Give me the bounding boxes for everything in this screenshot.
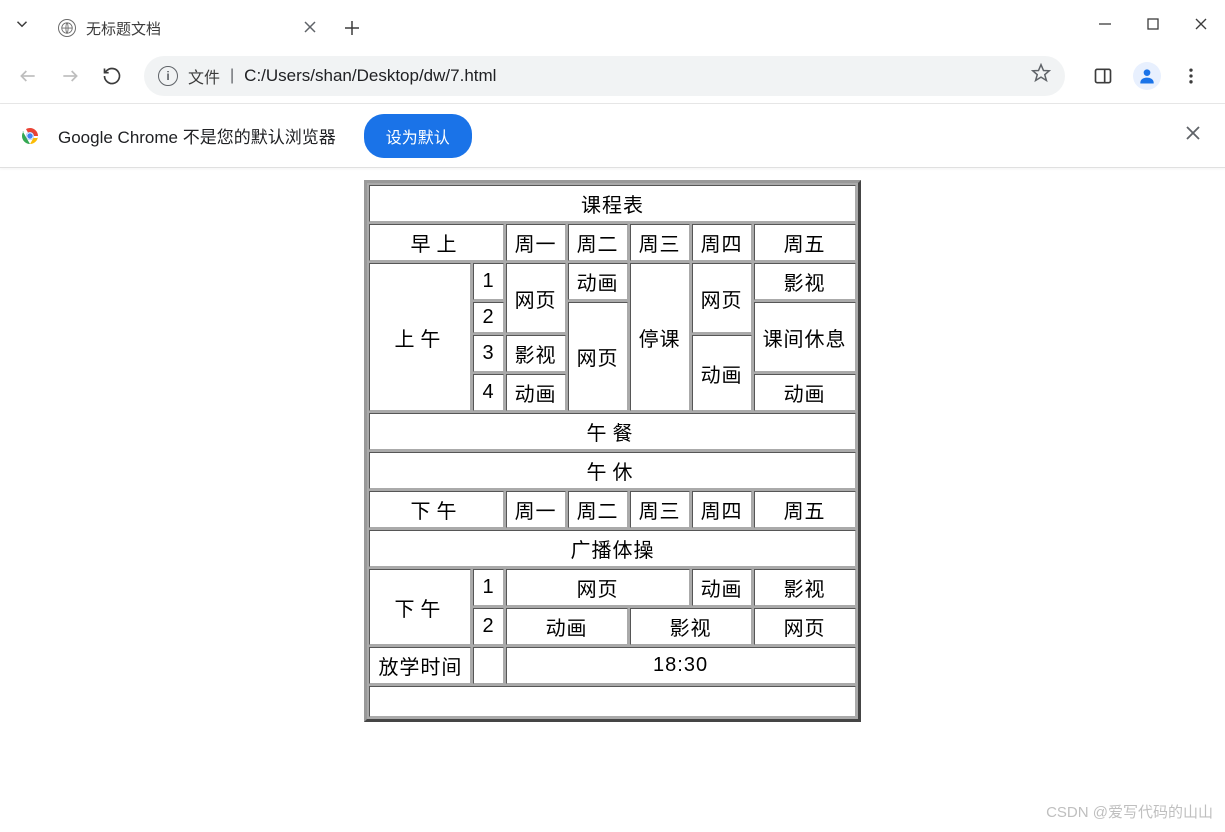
- cell: 网页: [506, 263, 566, 333]
- bookmark-star-icon[interactable]: [1031, 63, 1051, 88]
- period-1: 1: [473, 263, 503, 300]
- side-panel-icon[interactable]: [1085, 58, 1121, 94]
- table-title: 课程表: [369, 185, 855, 222]
- day-mon: 周一: [506, 224, 566, 261]
- watermark: CSDN @爱写代码的山山: [1046, 801, 1213, 822]
- am-label: 上午: [369, 263, 471, 411]
- close-window-button[interactable]: [1177, 0, 1225, 48]
- reload-button[interactable]: [94, 58, 130, 94]
- new-tab-button[interactable]: [334, 8, 370, 48]
- cell: 动画: [506, 374, 566, 411]
- cell: 动画: [692, 335, 752, 411]
- forward-button[interactable]: [52, 58, 88, 94]
- cell: 停课: [630, 263, 690, 411]
- period-3: 3: [473, 335, 503, 372]
- menu-button[interactable]: [1173, 58, 1209, 94]
- cell: 动画: [506, 608, 628, 645]
- tab-title: 无标题文档: [86, 18, 290, 39]
- address-bar[interactable]: i 文件 | C:/Users/shan/Desktop/dw/7.html: [144, 56, 1065, 96]
- day-fri-pm: 周五: [754, 491, 856, 528]
- day-wed-pm: 周三: [630, 491, 690, 528]
- minimize-button[interactable]: [1081, 0, 1129, 48]
- cell: 影视: [630, 608, 752, 645]
- tab-search-button[interactable]: [0, 0, 44, 48]
- cell: 网页: [506, 569, 690, 606]
- break-row: 午休: [369, 452, 855, 489]
- period-2: 2: [473, 302, 503, 333]
- profile-avatar[interactable]: [1129, 58, 1165, 94]
- cell: 动画: [568, 263, 628, 300]
- pm-period-2: 2: [473, 608, 503, 645]
- back-button[interactable]: [10, 58, 46, 94]
- day-tue-pm: 周二: [568, 491, 628, 528]
- dismiss-label: 放学时间: [369, 647, 471, 684]
- day-mon-pm: 周一: [506, 491, 566, 528]
- browser-tab[interactable]: 无标题文档: [44, 8, 334, 48]
- empty-row: [369, 686, 855, 717]
- page-content: 课程表 早上 周一 周二 周三 周四 周五 上午 1 网页 动画 停课 网页 影…: [0, 168, 1225, 734]
- cell: 影视: [754, 263, 856, 300]
- infobar-message: Google Chrome 不是您的默认浏览器: [58, 123, 336, 148]
- browser-toolbar: i 文件 | C:/Users/shan/Desktop/dw/7.html: [0, 48, 1225, 104]
- day-tue: 周二: [568, 224, 628, 261]
- gymnastics-row: 广播体操: [369, 530, 855, 567]
- day-thu: 周四: [692, 224, 752, 261]
- url-scheme-label: 文件: [188, 64, 220, 88]
- globe-icon: [58, 19, 76, 37]
- schedule-table: 课程表 早上 周一 周二 周三 周四 周五 上午 1 网页 动画 停课 网页 影…: [364, 180, 860, 722]
- browser-titlebar: 无标题文档: [0, 0, 1225, 48]
- day-thu-pm: 周四: [692, 491, 752, 528]
- infobar-close-button[interactable]: [1179, 118, 1207, 153]
- chrome-logo-icon: [18, 124, 42, 148]
- dismiss-time: 18:30: [506, 647, 856, 684]
- cell: 影视: [506, 335, 566, 372]
- cell: 网页: [692, 263, 752, 333]
- tab-close-button[interactable]: [300, 20, 320, 36]
- cell: 课间休息: [754, 302, 856, 372]
- cell: 网页: [568, 302, 628, 411]
- url-text: C:/Users/shan/Desktop/dw/7.html: [244, 66, 1021, 86]
- period-4: 4: [473, 374, 503, 411]
- morning-header: 早上: [369, 224, 503, 261]
- day-fri: 周五: [754, 224, 856, 261]
- cell: 网页: [754, 608, 856, 645]
- cell: 动画: [754, 374, 856, 411]
- lunch-row: 午餐: [369, 413, 855, 450]
- cell: 动画: [692, 569, 752, 606]
- window-controls: [1081, 0, 1225, 48]
- cell: 影视: [754, 569, 856, 606]
- info-icon: i: [158, 66, 178, 86]
- default-browser-infobar: Google Chrome 不是您的默认浏览器 设为默认: [0, 104, 1225, 168]
- maximize-button[interactable]: [1129, 0, 1177, 48]
- empty-cell: [473, 647, 503, 684]
- pm-period-1: 1: [473, 569, 503, 606]
- pm-label2: 下午: [369, 569, 471, 645]
- day-wed: 周三: [630, 224, 690, 261]
- set-default-button[interactable]: 设为默认: [364, 114, 472, 158]
- pm-header: 下午: [369, 491, 503, 528]
